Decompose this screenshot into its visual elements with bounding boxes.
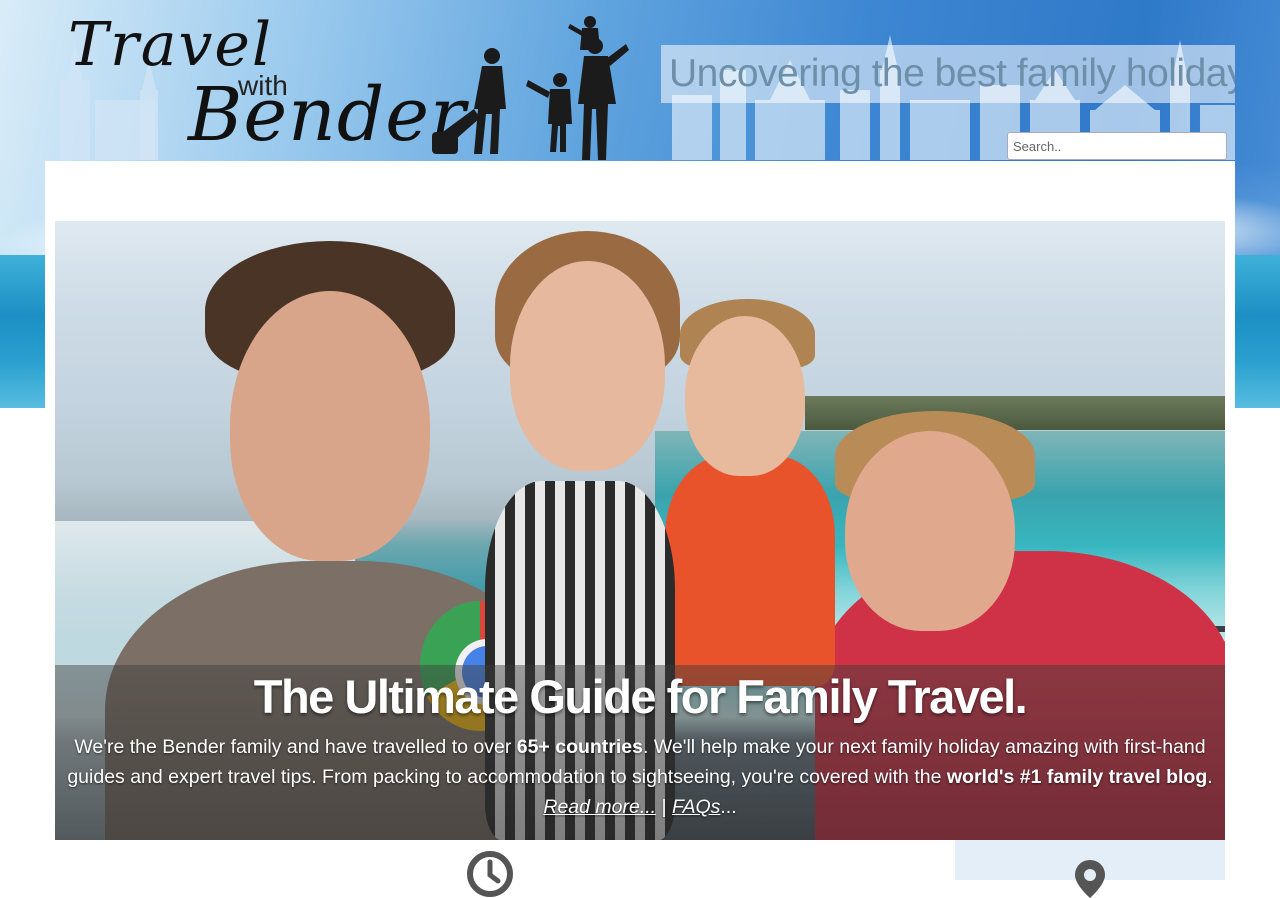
hero-text-ellipsis: ... (720, 796, 737, 818)
hero-intro-text: We're the Bender family and have travell… (65, 732, 1215, 822)
read-more-link[interactable]: Read more... (543, 796, 656, 818)
hero-banner: The Ultimate Guide for Family Travel. We… (55, 221, 1225, 840)
map-pin-icon (1075, 860, 1105, 898)
hero-photo-girl-head (510, 261, 665, 471)
search-input[interactable] (1007, 132, 1227, 160)
sea-left (0, 255, 45, 408)
hero-photo-boy-head (685, 316, 805, 476)
link-separator: | (656, 796, 672, 818)
sea-right (1235, 255, 1280, 408)
hero-photo-dad-head (230, 291, 430, 561)
family-silhouette-icon (432, 16, 629, 160)
hero-text-countries: 65+ countries (516, 736, 643, 758)
hero-text-blog: world's #1 family travel blog (946, 766, 1208, 788)
hero-text-part1: We're the Bender family and have travell… (74, 736, 517, 758)
hero-text-part3: . (1207, 766, 1213, 788)
site-tagline: Uncovering the best family holidays (661, 45, 1235, 103)
clock-icon (467, 851, 513, 897)
hero-title: The Ultimate Guide for Family Travel. (253, 670, 1028, 723)
faqs-link[interactable]: FAQs (672, 796, 720, 818)
logo-text-bender: Bender (188, 72, 467, 158)
hero-photo-boy-shirt (665, 456, 835, 686)
hero-photo-mum-head (845, 431, 1015, 631)
site-logo[interactable]: Travel with Bender (66, 10, 465, 160)
